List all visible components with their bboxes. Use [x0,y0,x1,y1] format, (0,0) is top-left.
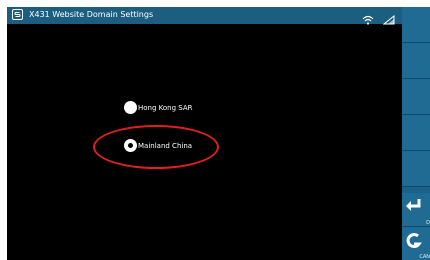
enter-button[interactable]: D [402,193,430,227]
sidebar-slot-3[interactable] [402,79,430,115]
app-logo-icon [12,9,23,20]
enter-icon [404,197,424,219]
function-sidebar: D CAN [402,7,430,260]
radio-label-hong-kong: Hong Kong SAR [138,104,193,112]
sidebar-slot-1[interactable] [402,7,430,43]
enter-label: D [426,220,430,226]
signal-icon [382,10,395,29]
cancel-label: CAN [419,254,430,260]
sidebar-slot-5[interactable] [402,151,430,187]
sidebar-slot-2[interactable] [402,43,430,79]
radio-button-hong-kong[interactable] [124,101,137,114]
sidebar-slot-4[interactable] [402,115,430,151]
window-title: X431 Website Domain Settings [29,10,154,19]
wifi-icon [362,10,374,29]
cancel-button[interactable]: CAN [402,227,430,260]
cancel-icon [404,232,424,254]
annotation-highlight [93,125,219,169]
title-bar: X431 Website Domain Settings [7,7,402,25]
